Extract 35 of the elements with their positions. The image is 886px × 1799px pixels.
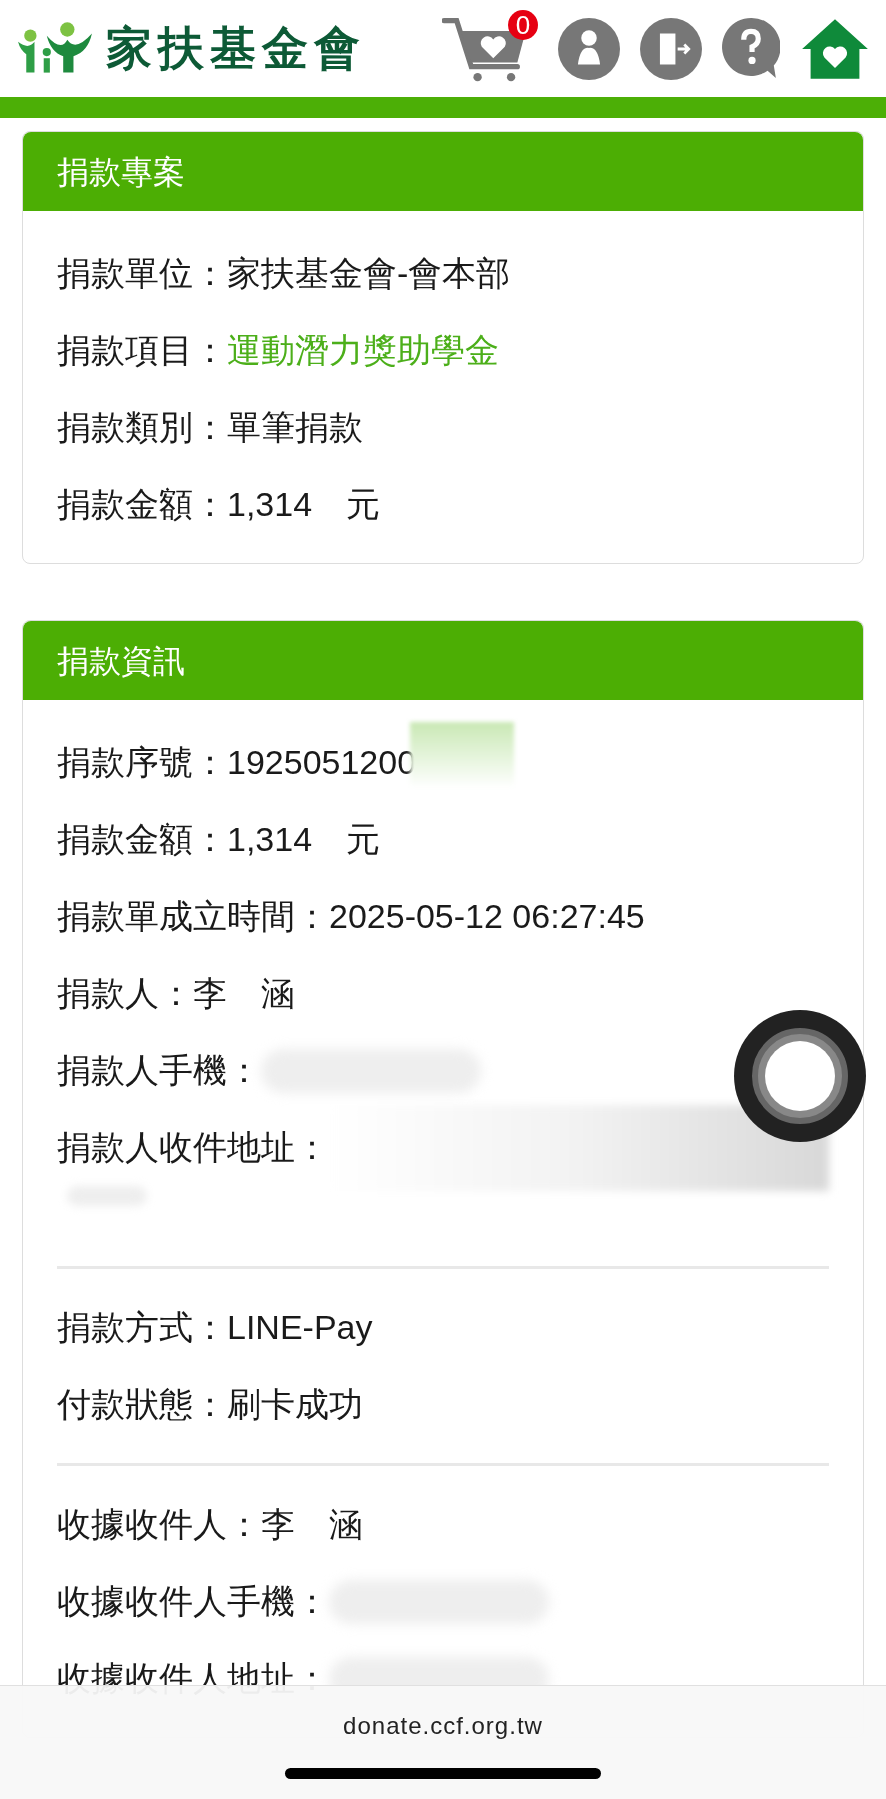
- field-value: 刷卡成功: [227, 1384, 363, 1425]
- field-value: 1,314 元: [227, 484, 381, 525]
- card-title: 捐款資訊: [23, 621, 863, 700]
- field-value: 家扶基金會-會本部: [227, 253, 511, 294]
- field-value: 李 涵: [193, 973, 295, 1014]
- field-value: 1,314 元: [227, 819, 381, 860]
- cart-count-badge: 0: [508, 9, 538, 40]
- field-label: 收據收件人手機：: [57, 1581, 329, 1622]
- url-text[interactable]: donate.ccf.org.tw: [343, 1708, 543, 1744]
- field-value: 單筆捐款: [227, 407, 363, 448]
- field-label: 捐款序號：: [57, 742, 227, 783]
- field-label: 捐款單位：: [57, 253, 227, 294]
- logout-icon[interactable]: [640, 17, 702, 80]
- logo-text: 家扶基金會: [106, 21, 366, 76]
- field-label: 捐款人：: [57, 973, 193, 1014]
- field-value: 李 涵: [261, 1504, 363, 1545]
- field-label: 收據收件人：: [57, 1504, 261, 1545]
- field-label: 收據收件人地址：: [57, 1658, 329, 1699]
- field-label: 捐款項目：: [57, 330, 227, 371]
- field-value: 2025-05-12 06:27:45: [329, 896, 645, 937]
- field-label: 捐款人手機：: [57, 1050, 261, 1091]
- field-value: 運動潛力獎助學金: [227, 330, 499, 371]
- field-label: 捐款人收件地址：: [57, 1127, 329, 1168]
- field-label: 捐款金額：: [57, 819, 227, 860]
- field-label: 捐款方式：: [57, 1307, 227, 1348]
- field-label: 捐款金額：: [57, 484, 227, 525]
- field-label: 付款狀態：: [57, 1384, 227, 1425]
- help-icon[interactable]: [722, 16, 780, 81]
- cart-button[interactable]: 0: [442, 9, 538, 88]
- card-title: 捐款專案: [23, 132, 863, 211]
- field-label: 捐款單成立時間：: [57, 896, 329, 937]
- field-label: 捐款類別：: [57, 407, 227, 448]
- field-value: LINE-Pay: [227, 1307, 373, 1348]
- field-value: 1925051200: [227, 742, 417, 783]
- user-icon[interactable]: [558, 17, 620, 80]
